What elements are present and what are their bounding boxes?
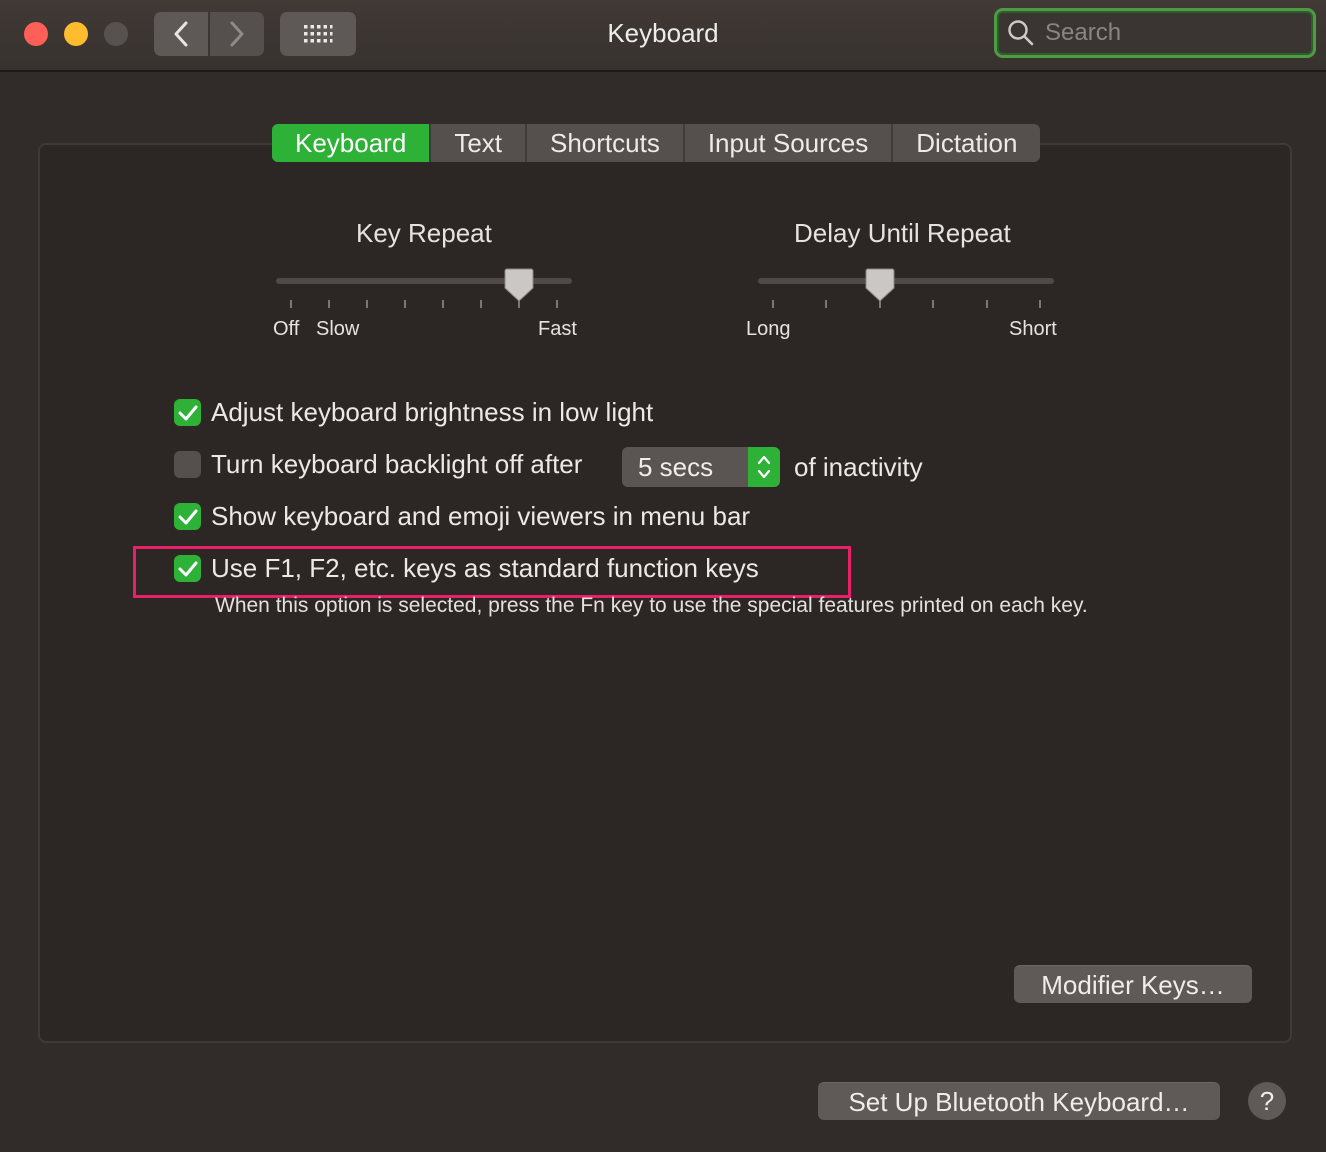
delay-long-label: Long	[746, 318, 791, 340]
help-button[interactable]: ?	[1248, 1082, 1286, 1120]
backlight-checkbox[interactable]	[174, 451, 201, 478]
slider-tick	[442, 300, 444, 308]
tab-input-sources[interactable]: Input Sources	[685, 124, 894, 162]
viewers-label: Show keyboard and emoji viewers in menu …	[211, 501, 751, 531]
slider-tick	[404, 300, 406, 308]
checkmark-icon	[178, 405, 197, 420]
backlight-timeout-popup[interactable]: 5 secs	[622, 447, 780, 487]
backlight-option[interactable]: Turn keyboard backlight off after	[174, 449, 582, 480]
keyboard-preferences-window: Keyboard Keyboard Text Shortcuts Input S…	[0, 0, 1326, 1152]
key-repeat-slow-label: Slow	[316, 318, 360, 340]
title-bar: Keyboard	[0, 0, 1326, 72]
delay-short-label: Short	[1009, 318, 1057, 340]
key-repeat-fast-label: Fast	[538, 318, 577, 340]
slider-tick	[1039, 300, 1041, 308]
tab-shortcuts[interactable]: Shortcuts	[527, 124, 685, 162]
slider-tick	[986, 300, 988, 308]
tab-dictation[interactable]: Dictation	[893, 124, 1040, 162]
slider-tick	[366, 300, 368, 308]
viewers-checkbox[interactable]	[174, 503, 201, 530]
tab-text[interactable]: Text	[431, 124, 527, 162]
slider-tick	[825, 300, 827, 308]
search-input[interactable]	[1043, 18, 1307, 48]
setup-bluetooth-keyboard-button[interactable]: Set Up Bluetooth Keyboard…	[818, 1082, 1220, 1120]
key-repeat-title: Key Repeat	[356, 218, 492, 248]
checkmark-icon	[178, 509, 197, 524]
brightness-checkbox[interactable]	[174, 399, 201, 426]
popup-arrows-icon	[748, 447, 780, 487]
brightness-label: Adjust keyboard brightness in low light	[211, 397, 654, 427]
key-repeat-off-label: Off	[273, 318, 300, 340]
brightness-option[interactable]: Adjust keyboard brightness in low light	[174, 397, 653, 428]
tab-keyboard[interactable]: Keyboard	[272, 124, 432, 162]
function-keys-help-text: When this option is selected, press the …	[215, 594, 1088, 617]
delay-until-repeat-slider[interactable]	[758, 278, 1054, 284]
slider-tick	[328, 300, 330, 308]
backlight-timeout-value: 5 secs	[638, 451, 714, 482]
modifier-keys-button[interactable]: Modifier Keys…	[1014, 965, 1252, 1003]
slider-tick	[772, 300, 774, 308]
backlight-label: Turn keyboard backlight off after	[211, 449, 583, 479]
search-field[interactable]	[994, 8, 1316, 58]
delay-until-repeat-slider-thumb[interactable]	[865, 268, 895, 302]
slider-tick	[290, 300, 292, 308]
key-repeat-slider-thumb[interactable]	[504, 268, 534, 302]
slider-tick	[480, 300, 482, 308]
tab-bar: Keyboard Text Shortcuts Input Sources Di…	[272, 124, 1041, 162]
highlight-annotation-box	[133, 546, 851, 598]
slider-tick	[556, 300, 558, 308]
slider-tick	[932, 300, 934, 308]
search-icon	[1008, 20, 1034, 46]
viewers-option[interactable]: Show keyboard and emoji viewers in menu …	[174, 501, 750, 532]
inactivity-label: of inactivity	[794, 452, 923, 482]
delay-until-repeat-title: Delay Until Repeat	[794, 218, 1011, 248]
